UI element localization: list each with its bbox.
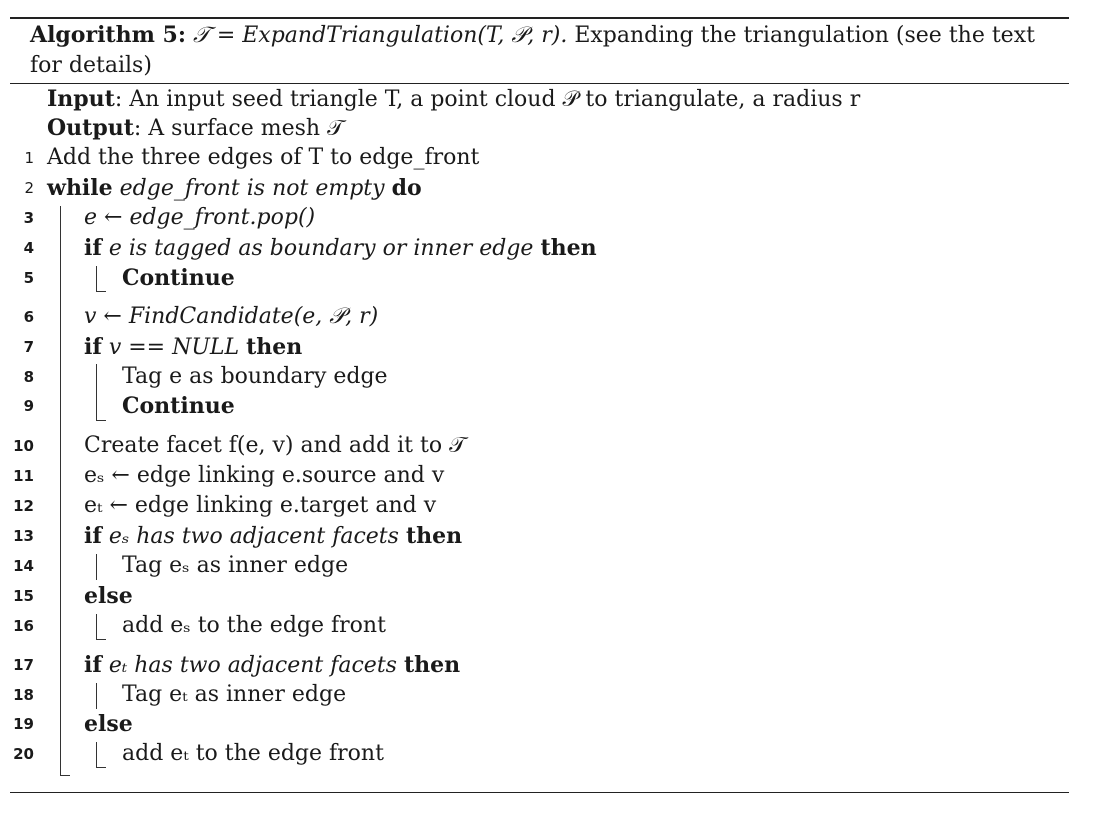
line-text: Add the three edges of T to edge_front	[47, 145, 480, 170]
line-number: 16	[13, 617, 34, 635]
keyword-if: if	[84, 334, 102, 360]
line-number: 1	[24, 149, 34, 167]
else-block-foot	[96, 767, 106, 768]
output-text: : A surface mesh 𝒯	[133, 116, 344, 141]
while-block-foot	[60, 775, 70, 776]
input-key: Input	[47, 86, 115, 112]
line-number: 12	[13, 497, 34, 515]
line-text: eₛ ← edge linking e.source and v	[84, 463, 445, 488]
caption-label: Algorithm 5:	[30, 22, 186, 48]
output-line: Output: A surface mesh 𝒯	[47, 113, 344, 144]
line-text: Tag eₛ as inner edge	[122, 553, 349, 578]
line-number: 13	[13, 527, 34, 545]
line-number: 20	[13, 745, 34, 763]
if-condition: e is tagged as boundary or inner edge	[108, 236, 534, 261]
if-block-foot	[96, 291, 106, 292]
algo-line-14: Tag eₛ as inner edge	[122, 551, 348, 581]
if-block-bar	[96, 266, 97, 292]
top-rule	[10, 17, 1069, 19]
algo-line-17: if eₜ has two adjacent facets then	[84, 650, 460, 681]
keyword-continue: Continue	[122, 393, 235, 419]
keyword-then: then	[540, 235, 597, 261]
while-condition: edge_front is not empty	[119, 176, 385, 201]
else-block-foot	[96, 639, 106, 640]
algo-line-5: Continue	[122, 263, 235, 294]
algo-line-20: add eₜ to the edge front	[122, 739, 384, 769]
caption-math: 𝒯 = ExpandTriangulation(T, 𝒫, r).	[192, 23, 568, 48]
keyword-do: do	[391, 175, 422, 201]
keyword-if: if	[84, 523, 102, 549]
line-text: v ← FindCandidate(e, 𝒫, r)	[84, 304, 379, 329]
line-number: 7	[23, 338, 34, 356]
input-text: : An input seed triangle T, a point clou…	[114, 87, 861, 112]
algo-line-10: Create facet f(e, v) and add it to 𝒯	[84, 431, 466, 461]
keyword-else: else	[84, 711, 133, 737]
line-number: 15	[13, 587, 34, 605]
keyword-while: while	[47, 175, 113, 201]
algo-line-2: while edge_front is not empty do	[47, 173, 422, 204]
if-block-bar	[96, 364, 97, 421]
line-text: Tag eₜ as inner edge	[122, 682, 347, 707]
keyword-then: then	[246, 334, 303, 360]
if-condition: v == NULL	[108, 335, 240, 360]
if-condition: eₜ has two adjacent facets	[108, 653, 397, 678]
line-text: Create facet f(e, v) and add it to 𝒯	[84, 433, 466, 458]
algo-line-8: Tag e as boundary edge	[122, 362, 388, 392]
algo-line-11: eₛ ← edge linking e.source and v	[84, 461, 444, 491]
line-text: add eₛ to the edge front	[122, 613, 386, 638]
else-block-bar	[96, 614, 97, 640]
while-block-bar	[60, 206, 61, 776]
line-number: 5	[23, 269, 34, 287]
line-number: 4	[23, 239, 34, 257]
line-number: 2	[24, 179, 34, 197]
algo-line-7: if v == NULL then	[84, 332, 302, 363]
else-block-bar	[96, 742, 97, 768]
keyword-then: then	[405, 523, 463, 549]
line-number: 9	[23, 397, 34, 415]
if-block-foot	[96, 420, 106, 421]
line-number: 6	[23, 308, 34, 326]
algo-line-6: v ← FindCandidate(e, 𝒫, r)	[84, 302, 378, 332]
algorithm-caption: Algorithm 5: 𝒯 = ExpandTriangulation(T, …	[30, 20, 1050, 81]
algo-line-9: Continue	[122, 391, 235, 422]
line-number: 11	[13, 467, 34, 485]
line-text: e ← edge_front.pop()	[84, 205, 316, 230]
line-number: 19	[13, 715, 34, 733]
caption-text-2: for details)	[30, 53, 152, 78]
if-condition: eₛ has two adjacent facets	[108, 524, 399, 549]
algo-line-13: if eₛ has two adjacent facets then	[84, 521, 462, 552]
keyword-continue: Continue	[122, 265, 235, 291]
line-number: 14	[13, 557, 34, 575]
line-number: 17	[13, 656, 34, 674]
line-number: 18	[13, 686, 34, 704]
bottom-rule	[10, 792, 1069, 793]
algo-line-1: Add the three edges of T to edge_front	[47, 143, 479, 173]
input-line: Input: An input seed triangle T, a point…	[47, 84, 860, 115]
algorithm-block: Algorithm 5: 𝒯 = ExpandTriangulation(T, …	[0, 0, 1094, 815]
line-text: Tag e as boundary edge	[122, 364, 388, 389]
algo-line-3: e ← edge_front.pop()	[84, 203, 315, 233]
algo-line-16: add eₛ to the edge front	[122, 611, 386, 641]
if-block-bar	[96, 683, 97, 709]
output-key: Output	[47, 115, 134, 141]
algo-line-18: Tag eₜ as inner edge	[122, 680, 346, 710]
keyword-else: else	[84, 583, 133, 609]
algo-line-12: eₜ ← edge linking e.target and v	[84, 491, 436, 521]
algo-line-4: if e is tagged as boundary or inner edge…	[84, 233, 597, 264]
line-text: eₜ ← edge linking e.target and v	[84, 493, 437, 518]
algo-line-19: else	[84, 709, 133, 740]
line-number: 3	[23, 209, 34, 227]
line-number: 8	[23, 368, 34, 386]
keyword-then: then	[403, 652, 461, 678]
algo-line-15: else	[84, 581, 133, 612]
line-number: 10	[13, 437, 34, 455]
keyword-if: if	[84, 652, 102, 678]
keyword-if: if	[84, 235, 102, 261]
caption-text: Expanding the triangulation (see the tex…	[574, 23, 1035, 48]
if-block-bar	[96, 554, 97, 580]
line-text: add eₜ to the edge front	[122, 741, 384, 766]
